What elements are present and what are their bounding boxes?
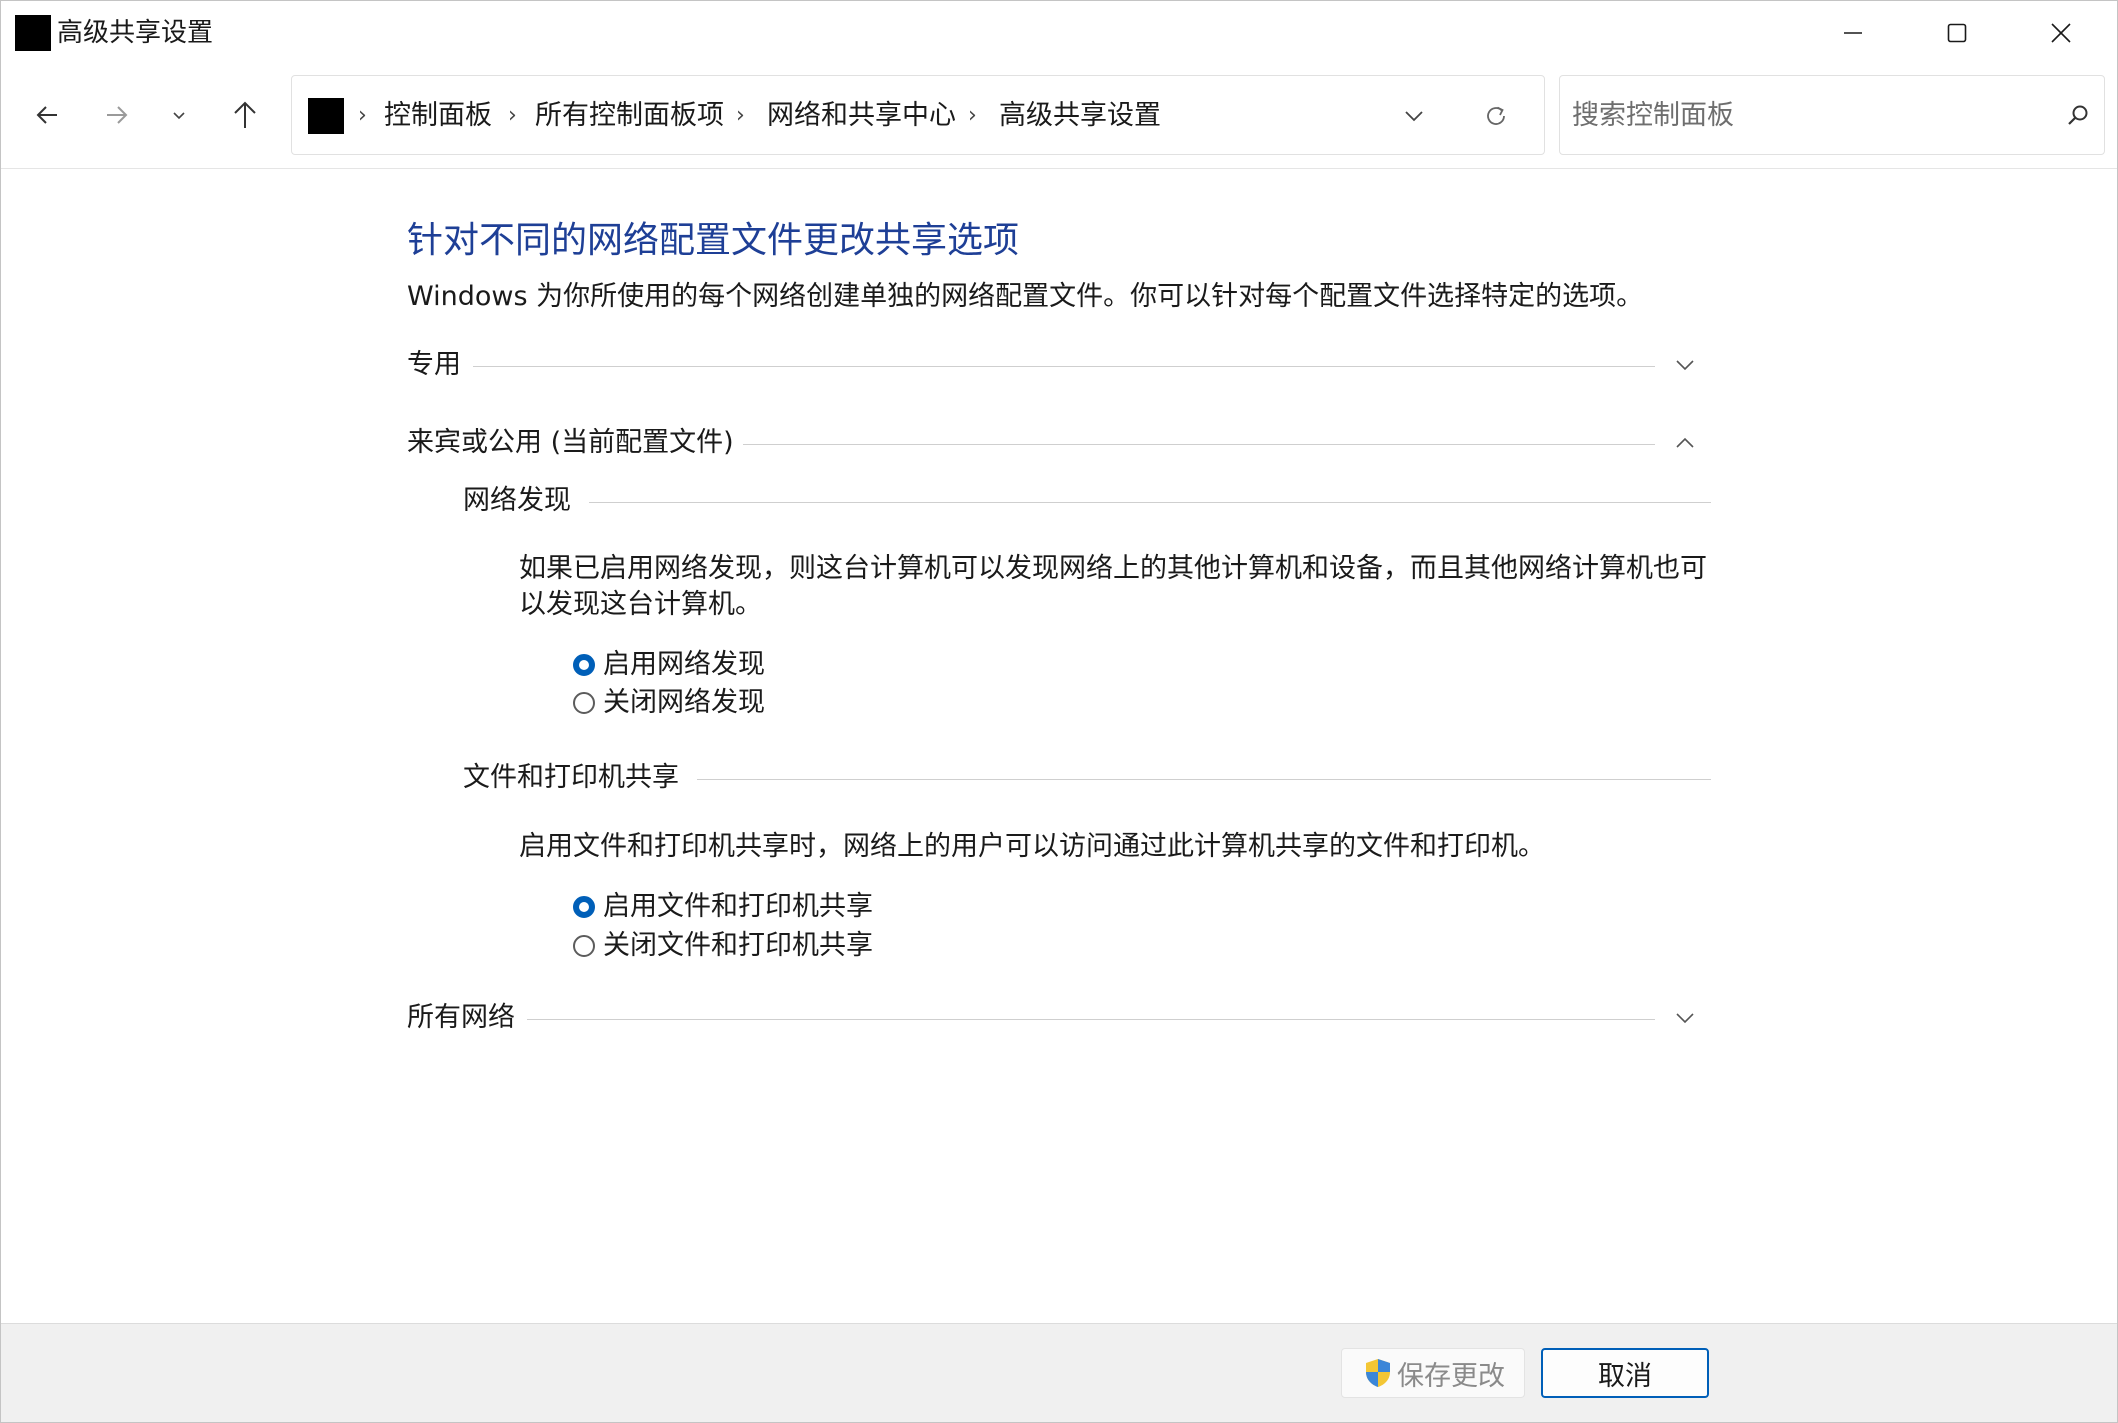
recent-locations-icon xyxy=(173,112,185,120)
radio-label: 启用文件和打印机共享 xyxy=(603,891,873,922)
dropdown-chevron-icon xyxy=(1405,111,1423,122)
chevron-down-icon xyxy=(1676,360,1694,371)
cancel-button[interactable]: 取消 xyxy=(1541,1348,1709,1398)
refresh-button[interactable] xyxy=(1476,96,1516,136)
network-discovery-header: 网络发现 xyxy=(463,479,1711,523)
section-label: 专用 xyxy=(407,347,473,383)
chevron-right-icon: › xyxy=(736,103,745,128)
file-printer-sharing-heading: 文件和打印机共享 xyxy=(463,762,679,793)
section-all-networks[interactable]: 所有网络 xyxy=(407,996,1707,1040)
radio-button[interactable] xyxy=(573,935,595,957)
maximize-button[interactable] xyxy=(1905,1,2009,65)
maximize-icon xyxy=(1947,23,1967,43)
content-area: 针对不同的网络配置文件更改共享选项 Windows 为你所使用的每个网络创建单独… xyxy=(1,169,2117,1323)
window-title: 高级共享设置 xyxy=(57,18,214,48)
divider xyxy=(697,779,1711,780)
divider xyxy=(527,1019,1655,1020)
breadcrumb-control-panel[interactable]: 控制面板 xyxy=(384,98,492,134)
radio-label: 启用网络发现 xyxy=(603,649,765,680)
radio-disable-file-printer-sharing[interactable]: 关闭文件和打印机共享 xyxy=(573,927,873,965)
network-discovery-heading: 网络发现 xyxy=(463,485,571,516)
section-guest-public[interactable]: 来宾或公用 (当前配置文件) xyxy=(407,421,1707,465)
chevron-right-icon: › xyxy=(968,103,977,128)
radio-disable-network-discovery[interactable]: 关闭网络发现 xyxy=(573,684,765,722)
radio-enable-network-discovery[interactable]: 启用网络发现 xyxy=(573,646,765,684)
search-icon[interactable] xyxy=(2060,98,2096,134)
section-label: 所有网络 xyxy=(407,1000,527,1036)
expand-button[interactable] xyxy=(1663,996,1707,1040)
chevron-down-icon xyxy=(1676,1013,1694,1024)
radio-button-selected[interactable] xyxy=(573,896,595,918)
save-changes-button[interactable]: 保存更改 xyxy=(1341,1348,1525,1398)
up-button[interactable] xyxy=(219,89,271,141)
chevron-up-icon xyxy=(1676,437,1694,448)
file-printer-sharing-header: 文件和打印机共享 xyxy=(463,756,1711,800)
radio-label: 关闭文件和打印机共享 xyxy=(603,930,873,961)
refresh-icon xyxy=(1487,106,1505,125)
radio-label: 关闭网络发现 xyxy=(603,687,765,718)
forward-button[interactable] xyxy=(91,89,143,141)
expand-button[interactable] xyxy=(1663,343,1707,387)
control-panel-icon xyxy=(308,98,344,134)
uac-shield-icon xyxy=(1361,1356,1395,1390)
page-title: 针对不同的网络配置文件更改共享选项 xyxy=(407,220,1020,261)
page-description: Windows 为你所使用的每个网络创建单独的网络配置文件。你可以针对每个配置文… xyxy=(407,281,1644,312)
chevron-right-icon: › xyxy=(358,103,367,128)
title-bar: 高级共享设置 xyxy=(1,1,2117,65)
chevron-right-icon: › xyxy=(508,103,517,128)
breadcrumb-all-items[interactable]: 所有控制面板项 xyxy=(535,98,724,134)
address-history-dropdown[interactable] xyxy=(1394,96,1434,136)
search-input[interactable] xyxy=(1572,94,2032,136)
cancel-label: 取消 xyxy=(1598,1360,1652,1392)
app-icon xyxy=(15,15,51,51)
divider xyxy=(589,502,1711,503)
search-box[interactable] xyxy=(1559,75,2105,155)
footer-bar: 保存更改 取消 xyxy=(1,1323,2117,1422)
recent-locations-button[interactable] xyxy=(153,89,205,141)
file-printer-sharing-description: 启用文件和打印机共享时，网络上的用户可以访问通过此计算机共享的文件和打印机。 xyxy=(519,831,1545,862)
minimize-button[interactable] xyxy=(1801,1,1905,65)
radio-button[interactable] xyxy=(573,692,595,714)
close-button[interactable] xyxy=(2009,1,2113,65)
close-icon xyxy=(2051,23,2071,43)
radio-button-selected[interactable] xyxy=(573,654,595,676)
window: 高级共享设置 › 控制面板 › 所有控制面板项 › 网络和共享中心 › 高级共享… xyxy=(0,0,2118,1423)
divider xyxy=(743,444,1655,445)
breadcrumb-network-center[interactable]: 网络和共享中心 xyxy=(767,98,956,134)
radio-enable-file-printer-sharing[interactable]: 启用文件和打印机共享 xyxy=(573,888,873,926)
forward-arrow-icon xyxy=(107,106,128,124)
network-discovery-description: 如果已启用网络发现，则这台计算机可以发现网络上的其他计算机和设备，而且其他网络计… xyxy=(519,553,1707,620)
divider xyxy=(473,366,1655,367)
address-bar[interactable]: › 控制面板 › 所有控制面板项 › 网络和共享中心 › 高级共享设置 xyxy=(291,75,1545,155)
minimize-icon xyxy=(1844,32,1862,34)
back-arrow-icon xyxy=(36,106,57,124)
back-button[interactable] xyxy=(21,89,73,141)
save-changes-label: 保存更改 xyxy=(1397,1360,1505,1392)
section-label: 来宾或公用 (当前配置文件) xyxy=(407,425,746,461)
section-private[interactable]: 专用 xyxy=(407,343,1707,387)
breadcrumb-advanced-sharing[interactable]: 高级共享设置 xyxy=(999,98,1161,134)
collapse-button[interactable] xyxy=(1663,421,1707,465)
up-arrow-icon xyxy=(234,101,256,128)
